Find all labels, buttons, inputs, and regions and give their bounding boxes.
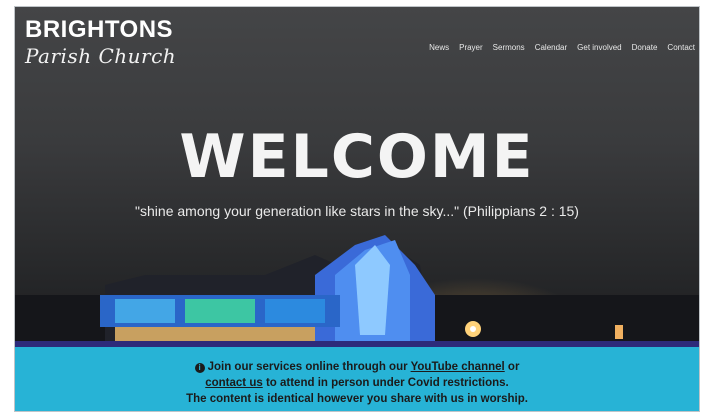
nav-item-sermons[interactable]: Sermons [493, 43, 525, 52]
main-nav: News Prayer Sermons Calendar Get involve… [429, 43, 695, 52]
banner-text-1: Join our services online through our [207, 361, 408, 373]
logo-title: BRIGHTONS [25, 16, 174, 43]
nav-item-news[interactable]: News [429, 43, 449, 52]
page-frame: BRIGHTONS Parish Church News Prayer Serm… [14, 6, 700, 412]
hero-section: BRIGHTONS Parish Church News Prayer Serm… [15, 7, 699, 345]
site-logo[interactable]: BRIGHTONS Parish Church [25, 17, 176, 69]
nav-item-prayer[interactable]: Prayer [459, 43, 483, 52]
banner-line-2: contact us to attend in person under Cov… [15, 375, 699, 391]
nav-item-contact[interactable]: Contact [667, 43, 695, 52]
logo-subtitle: Parish Church [25, 44, 177, 68]
nav-item-donate[interactable]: Donate [632, 43, 658, 52]
nav-item-get-involved[interactable]: Get involved [577, 43, 621, 52]
banner-text-2: or [507, 361, 520, 373]
banner-line-1: i Join our services online through our Yo… [15, 359, 699, 375]
contact-us-link[interactable]: contact us [205, 377, 263, 389]
banner-text-3: to attend in person under Covid restrict… [265, 377, 509, 389]
nav-item-calendar[interactable]: Calendar [535, 43, 567, 52]
hero-title: WELCOME [179, 122, 535, 192]
covid-notice-banner: i Join our services online through our Yo… [15, 345, 699, 411]
banner-line-3: The content is identical however you sha… [186, 393, 528, 405]
hero-verse: "shine among your generation like stars … [135, 203, 579, 219]
info-icon: i [194, 363, 205, 373]
youtube-channel-link[interactable]: YouTube channel [411, 361, 505, 373]
church-night-photo [15, 235, 699, 345]
